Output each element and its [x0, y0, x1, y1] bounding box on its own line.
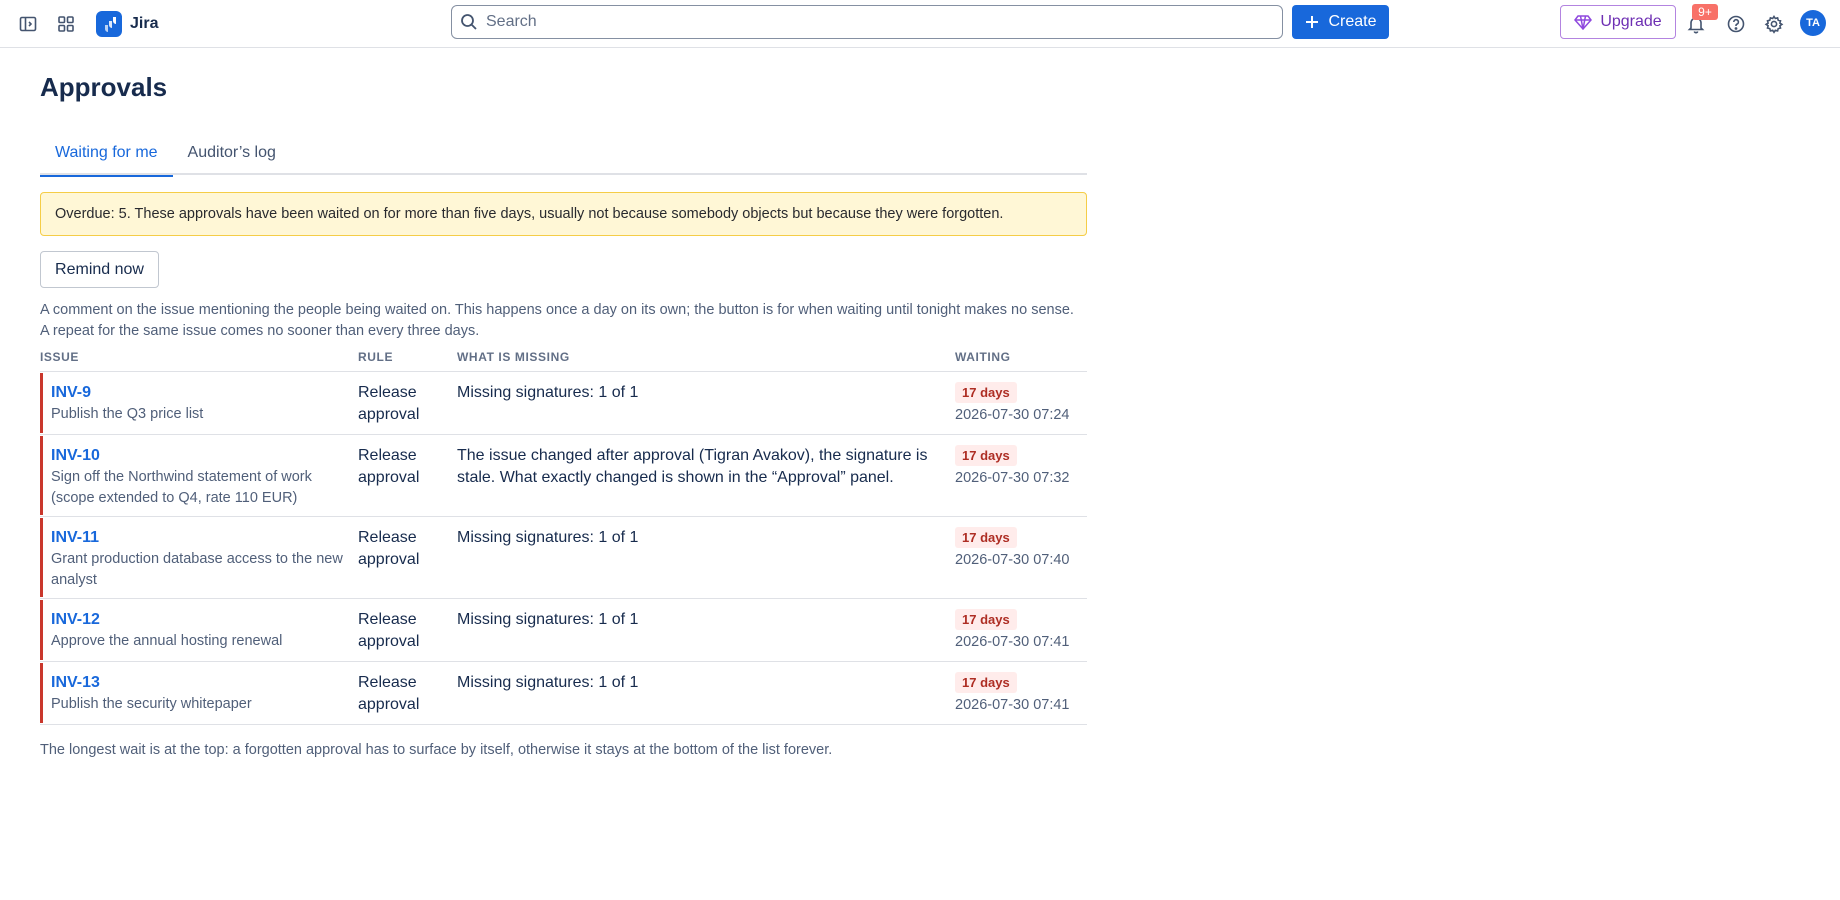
issue-cell: INV-10 Sign off the Northwind statement … [51, 445, 351, 509]
jira-logo[interactable]: Jira [96, 9, 158, 39]
column-header-rule: RULE [358, 350, 394, 364]
upgrade-label: Upgrade [1600, 13, 1662, 30]
rule-cell: Release approval [358, 674, 420, 713]
diamond-icon [1574, 15, 1593, 31]
notification-count-badge: 9+ [1692, 4, 1718, 20]
remind-help-text: A comment on the issue mentioning the pe… [40, 300, 1100, 342]
table-row: INV-10 Sign off the Northwind statement … [40, 435, 1087, 517]
tab-auditors-log[interactable]: Auditor’s log [173, 136, 291, 175]
create-label: Create [1328, 13, 1377, 30]
waiting-since: 2026-07-30 07:24 [955, 407, 1070, 423]
issue-cell: INV-12 Approve the annual hosting renewa… [51, 609, 351, 652]
rule-cell: Release approval [358, 529, 420, 568]
issue-summary: Publish the Q3 price list [51, 406, 204, 422]
upgrade-button[interactable]: Upgrade [1560, 5, 1676, 39]
issue-summary: Sign off the Northwind statement of work… [51, 469, 312, 506]
table-header: ISSUE RULE WHAT IS MISSING WAITING [40, 348, 1087, 372]
help-text-line: A comment on the issue mentioning the pe… [40, 302, 1074, 318]
waiting-cell: 17 days 2026-07-30 07:40 [955, 527, 1070, 570]
waiting-cell: 17 days 2026-07-30 07:41 [955, 672, 1070, 715]
waiting-age-badge: 17 days [955, 445, 1017, 466]
waiting-age-badge: 17 days [955, 609, 1017, 630]
sidebar-toggle-icon[interactable] [14, 10, 42, 38]
issue-key-link[interactable]: INV-10 [51, 445, 351, 466]
waiting-since: 2026-07-30 07:40 [955, 552, 1070, 568]
column-header-waiting: WAITING [955, 350, 1011, 364]
rule-cell: Release approval [358, 384, 420, 423]
issue-key-link[interactable]: INV-12 [51, 609, 351, 630]
waiting-cell: 17 days 2026-07-30 07:24 [955, 382, 1070, 425]
table-row: INV-13 Publish the security whitepaper R… [40, 662, 1087, 725]
issue-summary: Publish the security whitepaper [51, 696, 252, 712]
tab-bar: Waiting for me Auditor’s log [40, 136, 1087, 177]
issue-cell: INV-11 Grant production database access … [51, 527, 351, 591]
waiting-age-badge: 17 days [955, 382, 1017, 403]
help-icon[interactable] [1722, 10, 1750, 38]
help-text-line: A repeat for the same issue comes no soo… [40, 323, 480, 339]
issue-summary: Grant production database access to the … [51, 551, 343, 588]
app-name: Jira [130, 15, 159, 32]
issue-summary: Approve the annual hosting renewal [51, 633, 283, 649]
waiting-since: 2026-07-30 07:32 [955, 470, 1070, 486]
waiting-age-badge: 17 days [955, 527, 1017, 548]
top-navigation-bar: Jira Create Upgrade 9+ TA [0, 0, 1840, 48]
overdue-warning-banner: Overdue: 5. These approvals have been wa… [40, 192, 1087, 236]
waiting-age-badge: 17 days [955, 672, 1017, 693]
issue-key-link[interactable]: INV-9 [51, 382, 351, 403]
column-header-what-is-missing: WHAT IS MISSING [457, 350, 570, 364]
waiting-cell: 17 days 2026-07-30 07:41 [955, 609, 1070, 652]
waiting-since: 2026-07-30 07:41 [955, 634, 1070, 650]
table-footnote: The longest wait is at the top: a forgot… [40, 742, 833, 758]
app-switcher-icon[interactable] [52, 10, 80, 38]
search-input[interactable] [486, 7, 1266, 37]
tab-waiting-for-me[interactable]: Waiting for me [40, 136, 173, 177]
remind-now-button[interactable]: Remind now [40, 251, 159, 288]
missing-cell: Missing signatures: 1 of 1 [457, 611, 639, 628]
issue-key-link[interactable]: INV-11 [51, 527, 351, 548]
plus-icon [1306, 16, 1319, 28]
issue-key-link[interactable]: INV-13 [51, 672, 351, 693]
issue-cell: INV-9 Publish the Q3 price list [51, 382, 351, 425]
waiting-cell: 17 days 2026-07-30 07:32 [955, 445, 1070, 488]
missing-cell: Missing signatures: 1 of 1 [457, 674, 639, 691]
column-header-issue: ISSUE [40, 350, 80, 364]
missing-cell: Missing signatures: 1 of 1 [457, 384, 639, 401]
waiting-since: 2026-07-30 07:41 [955, 697, 1070, 713]
table-row: INV-12 Approve the annual hosting renewa… [40, 599, 1087, 662]
rule-cell: Release approval [358, 447, 420, 486]
search-box[interactable] [451, 5, 1283, 39]
approvals-table: ISSUE RULE WHAT IS MISSING WAITING INV-9… [40, 348, 1087, 725]
settings-gear-icon[interactable] [1760, 10, 1788, 38]
create-button[interactable]: Create [1292, 5, 1389, 39]
issue-cell: INV-13 Publish the security whitepaper [51, 672, 351, 715]
page-title: Approvals [40, 72, 168, 102]
table-row: INV-11 Grant production database access … [40, 517, 1087, 599]
user-avatar[interactable]: TA [1800, 10, 1826, 36]
table-row: INV-9 Publish the Q3 price list Release … [40, 372, 1087, 435]
jira-logo-icon [96, 11, 122, 37]
rule-cell: Release approval [358, 611, 420, 650]
missing-cell: The issue changed after approval (Tigran… [457, 447, 928, 486]
missing-cell: Missing signatures: 1 of 1 [457, 529, 639, 546]
search-icon [452, 6, 486, 38]
